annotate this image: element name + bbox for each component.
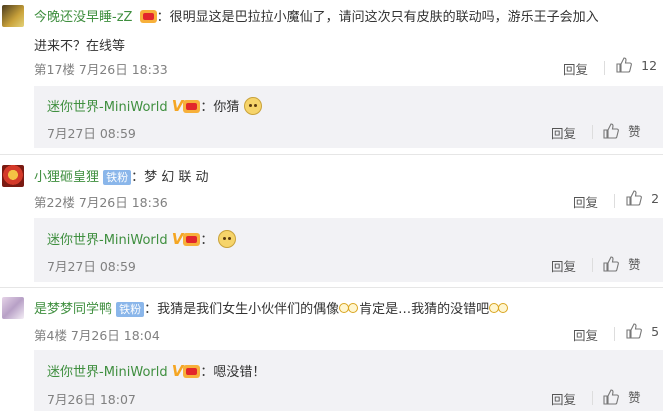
comment-text: ：梦 幻 联 动 (131, 170, 209, 185)
reply-text: ：你猜 (200, 100, 240, 115)
reply-body: 迷你世界-MiniWorld V ： (47, 229, 236, 248)
comment-divider (0, 154, 663, 155)
like-count: 12 (641, 58, 658, 73)
comment-text-part2: 肯定是…我猜的没错吧 (359, 302, 490, 317)
glasses-emoji-icon (489, 302, 509, 314)
comment-username[interactable]: 今晚还没早睡-zZ (34, 10, 132, 25)
verified-v-icon: V (171, 97, 184, 115)
avatar[interactable] (2, 297, 24, 319)
divider (592, 125, 593, 139)
like-label: 赞 (628, 390, 641, 405)
vip-crown-icon (183, 100, 201, 113)
like-button[interactable]: 5 (626, 323, 659, 340)
comment-body: 是梦梦同学鸭 铁粉 ：我猜是我们女生小伙伴们的偶像 肯定是…我猜的没错吧 (34, 298, 509, 317)
comment-text-continued: 进来不？在线等 (34, 39, 126, 54)
like-button[interactable]: 赞 (603, 254, 641, 273)
comment-meta: 第22楼 7月26日 18:36 (34, 195, 168, 210)
reply-time: 7月26日 18:07 (47, 392, 136, 407)
doge-emoji-icon (217, 230, 236, 248)
thumb-up-icon (626, 323, 642, 339)
like-count: 5 (651, 324, 660, 339)
reply-button[interactable]: 回复 (551, 123, 576, 142)
comment-text: ：我猜是我们女生小伙伴们的偶像 (144, 302, 340, 317)
thumb-up-icon (603, 256, 619, 272)
divider (592, 258, 593, 272)
reply-button[interactable]: 回复 (563, 59, 588, 78)
vip-crown-icon (183, 365, 201, 378)
thumb-up-icon (603, 123, 619, 139)
comment-divider (0, 287, 663, 288)
avatar[interactable] (2, 165, 24, 187)
reply-username[interactable]: 迷你世界-MiniWorld (47, 365, 168, 380)
reply-button[interactable]: 回复 (551, 256, 576, 275)
thumb-up-icon (603, 389, 619, 405)
vip-crown-icon (139, 10, 157, 23)
thumb-up-icon (616, 57, 632, 73)
like-button[interactable]: 12 (616, 57, 657, 74)
reply-time: 7月27日 08:59 (47, 126, 136, 141)
like-button[interactable]: 赞 (603, 121, 641, 140)
fan-badge: 铁粉 (116, 302, 145, 317)
reply-body: 迷你世界-MiniWorld V ：嗯没错！ (47, 361, 265, 380)
like-count: 2 (651, 191, 660, 206)
divider (614, 327, 615, 341)
comment-body: 今晚还没早睡-zZ ：很明显这是巴拉拉小魔仙了，请问这次只有皮肤的联动吗，游乐王… (34, 6, 599, 25)
comment-meta: 第17楼 7月26日 18:33 (34, 62, 168, 77)
like-label: 赞 (628, 257, 641, 272)
verified-v-icon: V (171, 230, 184, 248)
avatar[interactable] (2, 5, 24, 27)
comment-username[interactable]: 小狸砸皇狸 (34, 170, 99, 185)
comment-body: 小狸砸皇狸 铁粉 ：梦 幻 联 动 (34, 166, 209, 185)
reply-username[interactable]: 迷你世界-MiniWorld (47, 233, 168, 248)
reply-button[interactable]: 回复 (573, 192, 598, 211)
divider (604, 61, 605, 75)
like-button[interactable]: 赞 (603, 387, 641, 406)
glasses-emoji-icon (339, 302, 359, 314)
thumb-up-icon (626, 190, 642, 206)
comment-meta: 第4楼 7月26日 18:04 (34, 328, 160, 343)
reply-username[interactable]: 迷你世界-MiniWorld (47, 100, 168, 115)
divider (614, 194, 615, 208)
like-label: 赞 (628, 124, 641, 139)
verified-v-icon: V (171, 362, 184, 380)
vip-crown-icon (183, 233, 201, 246)
reply-button[interactable]: 回复 (573, 325, 598, 344)
reply-time: 7月27日 08:59 (47, 259, 136, 274)
comment-username[interactable]: 是梦梦同学鸭 (34, 302, 112, 317)
reply-text: ： (200, 233, 214, 248)
doge-emoji-icon (243, 97, 262, 115)
reply-body: 迷你世界-MiniWorld V ：你猜 (47, 96, 262, 115)
fan-badge: 铁粉 (103, 170, 132, 185)
divider (592, 391, 593, 405)
comment-text: ：很明显这是巴拉拉小魔仙了，请问这次只有皮肤的联动吗，游乐王子会加入 (156, 10, 599, 25)
reply-button[interactable]: 回复 (551, 389, 576, 408)
like-button[interactable]: 2 (626, 190, 659, 207)
reply-text: ：嗯没错！ (200, 365, 266, 380)
